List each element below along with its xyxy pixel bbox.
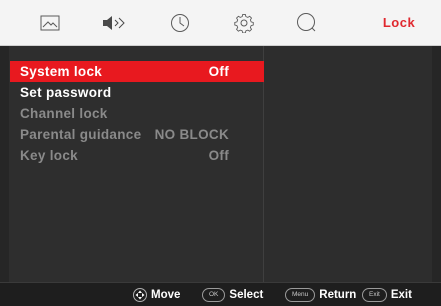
tab-time[interactable]: [160, 0, 200, 45]
menu-item-set-password[interactable]: Set password: [10, 82, 264, 103]
hint-move: Move: [133, 283, 180, 306]
detail-panel: [264, 46, 432, 282]
menu-item-label: Set password: [20, 85, 112, 100]
menu-item-label: System lock: [20, 64, 103, 79]
menu-item-key-lock[interactable]: Key lock Off: [10, 145, 264, 166]
menu-item-value: Off: [208, 64, 229, 79]
hint-select: OK Select: [202, 283, 263, 306]
tab-lock-label: Lock: [382, 15, 416, 30]
hint-exit: Exit Exit: [362, 283, 412, 306]
clock-icon: [170, 13, 190, 33]
hint-bar: Move OK Select Menu Return Exit Exit: [0, 282, 441, 306]
menu-item-system-lock[interactable]: System lock Off: [10, 61, 264, 82]
menu-item-label: Channel lock: [20, 106, 108, 121]
hint-return-label: Return: [319, 288, 357, 301]
menu-tab-bar: Lock: [0, 0, 441, 46]
hint-select-label: Select: [229, 288, 264, 301]
tab-lock[interactable]: Lock: [374, 0, 424, 45]
menu-item-value: NO BLOCK: [154, 127, 229, 142]
menu-key-icon: Menu: [285, 287, 316, 302]
exit-key-icon: Exit: [362, 287, 387, 302]
tab-sound[interactable]: [94, 0, 134, 45]
gear-icon: [234, 13, 254, 33]
menu-item-value: Off: [208, 148, 229, 163]
picture-icon: [40, 15, 60, 31]
tab-picture[interactable]: [30, 0, 70, 45]
tab-setup[interactable]: [224, 0, 264, 45]
tv-osd-screen: Lock System lock Off Set password Channe…: [0, 0, 441, 306]
right-gutter: [432, 46, 441, 282]
search-icon: [296, 12, 318, 34]
speaker-icon: [101, 15, 127, 31]
menu-item-channel-lock[interactable]: Channel lock: [10, 103, 264, 124]
hint-exit-label: Exit: [390, 288, 412, 301]
hint-return: Menu Return: [285, 283, 356, 306]
ok-key-icon: OK: [202, 287, 226, 302]
menu-item-label: Key lock: [20, 148, 78, 163]
menu-item-label: Parental guidance: [20, 127, 142, 142]
left-gutter: [0, 46, 9, 282]
hint-move-label: Move: [151, 288, 181, 301]
menu-item-parental-guidance[interactable]: Parental guidance NO BLOCK: [10, 124, 264, 145]
tab-search[interactable]: [287, 0, 327, 45]
dpad-icon: [133, 287, 147, 302]
